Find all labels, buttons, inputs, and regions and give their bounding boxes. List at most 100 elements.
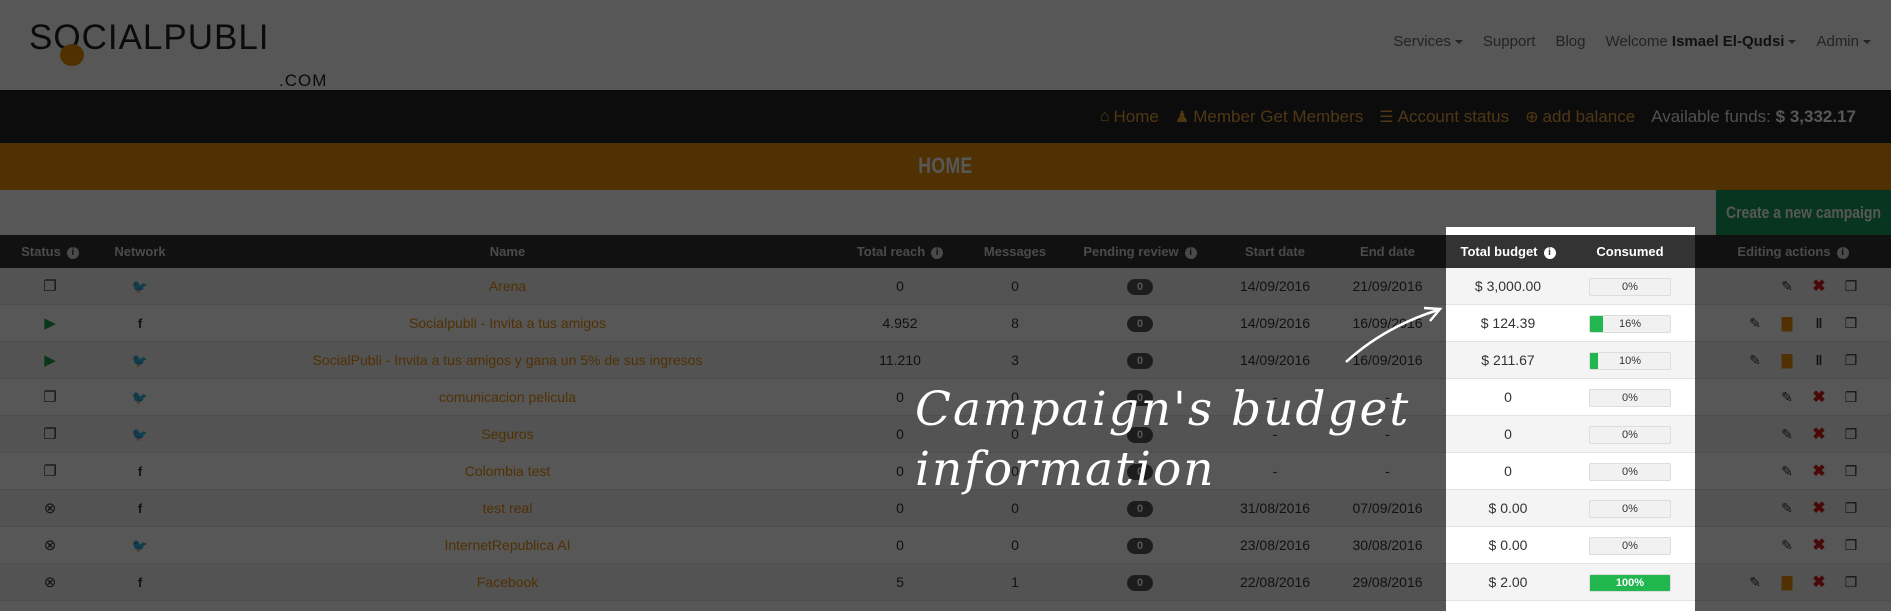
delete-icon[interactable]: ✖ bbox=[1809, 268, 1829, 305]
delete-icon[interactable]: ✖ bbox=[1809, 379, 1829, 416]
copy-icon[interactable]: ❐ bbox=[1841, 342, 1861, 379]
stats-icon[interactable]: ▇ bbox=[1777, 305, 1797, 342]
info-icon[interactable]: i bbox=[1543, 246, 1556, 259]
copy-icon[interactable]: ❐ bbox=[1841, 564, 1861, 601]
consumed-percent: 0% bbox=[1622, 540, 1638, 552]
nav-user-menu[interactable]: Welcome Ismael El-Qudsi bbox=[1606, 33, 1797, 50]
col-end-date[interactable]: End date bbox=[1335, 235, 1440, 268]
copy-icon[interactable]: ❐ bbox=[1841, 527, 1861, 564]
nav-support[interactable]: Support bbox=[1483, 33, 1536, 50]
consumed-progress-bar: 0% bbox=[1589, 278, 1671, 296]
campaign-name-link[interactable]: SocialPubli - Invita a tus amigos y gana… bbox=[180, 342, 835, 379]
col-budget-label: Total budget bbox=[1460, 244, 1538, 259]
pending-count-badge: 0 bbox=[1126, 316, 1154, 333]
pause-icon[interactable]: ‖ bbox=[1809, 342, 1829, 379]
pause-icon[interactable]: ‖ bbox=[1809, 305, 1829, 342]
consumed-percent: 10% bbox=[1618, 355, 1642, 367]
campaign-name-link[interactable]: Socialpubli - Invita a tus amigos bbox=[180, 305, 835, 342]
start-date-value: 23/08/2016 bbox=[1239, 537, 1311, 553]
edit-icon[interactable]: ✎ bbox=[1745, 342, 1765, 379]
pending-count-badge: 0 bbox=[1126, 575, 1154, 592]
subnav-account-status[interactable]: ☰ Account status bbox=[1379, 107, 1509, 127]
copy-icon[interactable]: ❐ bbox=[1841, 490, 1861, 527]
col-status-label: Status bbox=[21, 244, 61, 259]
copy-icon[interactable]: ❐ bbox=[1841, 453, 1861, 490]
end-date-value: 30/08/2016 bbox=[1352, 537, 1423, 553]
subnav-home[interactable]: ⌂ Home bbox=[1100, 107, 1159, 127]
campaign-name-link[interactable]: InternetRepublica AI bbox=[180, 527, 835, 564]
col-total-budget[interactable]: Total budget i bbox=[1446, 235, 1570, 268]
copy-icon[interactable]: ❐ bbox=[1841, 268, 1861, 305]
info-icon[interactable]: i bbox=[1184, 246, 1197, 259]
nav-admin[interactable]: Admin bbox=[1816, 33, 1871, 50]
campaign-name-link[interactable]: test real bbox=[180, 490, 835, 527]
col-network[interactable]: Network bbox=[100, 235, 180, 268]
total-reach-value: 4.952 bbox=[882, 315, 918, 331]
col-consumed[interactable]: Consumed bbox=[1570, 235, 1690, 268]
copy-icon[interactable]: ❐ bbox=[1841, 416, 1861, 453]
status-inbox-icon: ❐ bbox=[43, 389, 57, 406]
nav-blog[interactable]: Blog bbox=[1555, 33, 1585, 50]
consumed-percent: 100% bbox=[1615, 577, 1645, 589]
home-icon: ⌂ bbox=[1099, 108, 1110, 125]
copy-icon[interactable]: ❐ bbox=[1841, 305, 1861, 342]
subnav-add-balance[interactable]: ⊕ add balance bbox=[1525, 107, 1635, 127]
info-icon[interactable]: i bbox=[1836, 246, 1849, 259]
total-reach-value: 5 bbox=[896, 574, 904, 590]
campaign-name-link[interactable]: comunicacion pelicula bbox=[180, 379, 835, 416]
top-header: SOCIALPUBLI .COM Services Support Blog W… bbox=[0, 0, 1891, 90]
edit-icon[interactable]: ✎ bbox=[1777, 527, 1797, 564]
page-title: HOME bbox=[918, 153, 973, 178]
edit-icon[interactable]: ✎ bbox=[1777, 379, 1797, 416]
status-cancelled-icon: ⊗ bbox=[43, 500, 57, 517]
delete-icon[interactable]: ✖ bbox=[1809, 453, 1829, 490]
total-budget-value: $ 2.00 bbox=[1488, 574, 1528, 590]
consumed-percent: 0% bbox=[1622, 466, 1638, 478]
stats-icon[interactable]: ▇ bbox=[1777, 342, 1797, 379]
total-budget-value: $ 0.00 bbox=[1488, 500, 1528, 516]
delete-icon[interactable]: ✖ bbox=[1809, 564, 1829, 601]
status-play-icon: ▶ bbox=[44, 352, 56, 369]
stats-icon[interactable]: ▇ bbox=[1777, 564, 1797, 601]
col-total-reach[interactable]: Total reach i bbox=[835, 235, 965, 268]
pending-count-badge: 0 bbox=[1126, 501, 1154, 518]
nav-services[interactable]: Services bbox=[1393, 33, 1463, 50]
campaign-name-link[interactable]: Seguros bbox=[180, 416, 835, 453]
info-icon[interactable]: i bbox=[66, 246, 79, 259]
edit-icon[interactable]: ✎ bbox=[1745, 305, 1765, 342]
delete-icon[interactable]: ✖ bbox=[1809, 490, 1829, 527]
messages-value: 0 bbox=[1011, 278, 1019, 294]
logo[interactable]: SOCIALPUBLI .COM bbox=[29, 18, 326, 90]
edit-icon[interactable]: ✎ bbox=[1777, 453, 1797, 490]
consumed-progress-bar: 16% bbox=[1589, 315, 1671, 333]
edit-icon[interactable]: ✎ bbox=[1777, 490, 1797, 527]
col-actions-label: Editing actions bbox=[1737, 244, 1831, 259]
campaign-name-link[interactable]: Arena bbox=[180, 268, 835, 305]
messages-value: 3 bbox=[1011, 352, 1019, 368]
edit-icon[interactable]: ✎ bbox=[1777, 268, 1797, 305]
annotation-arrow-icon bbox=[1345, 306, 1443, 363]
funds-label: Available funds: bbox=[1651, 107, 1771, 126]
campaign-name-link[interactable]: Facebook bbox=[180, 564, 835, 601]
facebook-icon: f bbox=[137, 464, 143, 479]
total-budget-value: $ 124.39 bbox=[1480, 315, 1536, 331]
col-editing-actions: Editing actions i bbox=[1695, 235, 1891, 268]
subnav-member-get-members[interactable]: ♟ Member Get Members bbox=[1175, 107, 1363, 127]
col-pending-review[interactable]: Pending review i bbox=[1065, 235, 1215, 268]
start-date-value: 14/09/2016 bbox=[1239, 278, 1311, 294]
copy-icon[interactable]: ❐ bbox=[1841, 379, 1861, 416]
edit-icon[interactable]: ✎ bbox=[1777, 416, 1797, 453]
col-status[interactable]: Status i bbox=[0, 235, 100, 268]
col-messages[interactable]: Messages bbox=[965, 235, 1065, 268]
edit-icon[interactable]: ✎ bbox=[1745, 564, 1765, 601]
col-name[interactable]: Name bbox=[180, 235, 835, 268]
delete-icon[interactable]: ✖ bbox=[1809, 416, 1829, 453]
consumed-percent: 0% bbox=[1622, 503, 1638, 515]
campaign-name-link[interactable]: Colombia test bbox=[180, 453, 835, 490]
info-icon[interactable]: i bbox=[931, 246, 944, 259]
pending-review-cell: 0 bbox=[1065, 305, 1215, 342]
available-funds: Available funds: $ 3,332.17 bbox=[1651, 107, 1856, 127]
col-start-date[interactable]: Start date bbox=[1215, 235, 1335, 268]
delete-icon[interactable]: ✖ bbox=[1809, 527, 1829, 564]
create-campaign-button[interactable]: Create a new campaign bbox=[1716, 190, 1891, 235]
